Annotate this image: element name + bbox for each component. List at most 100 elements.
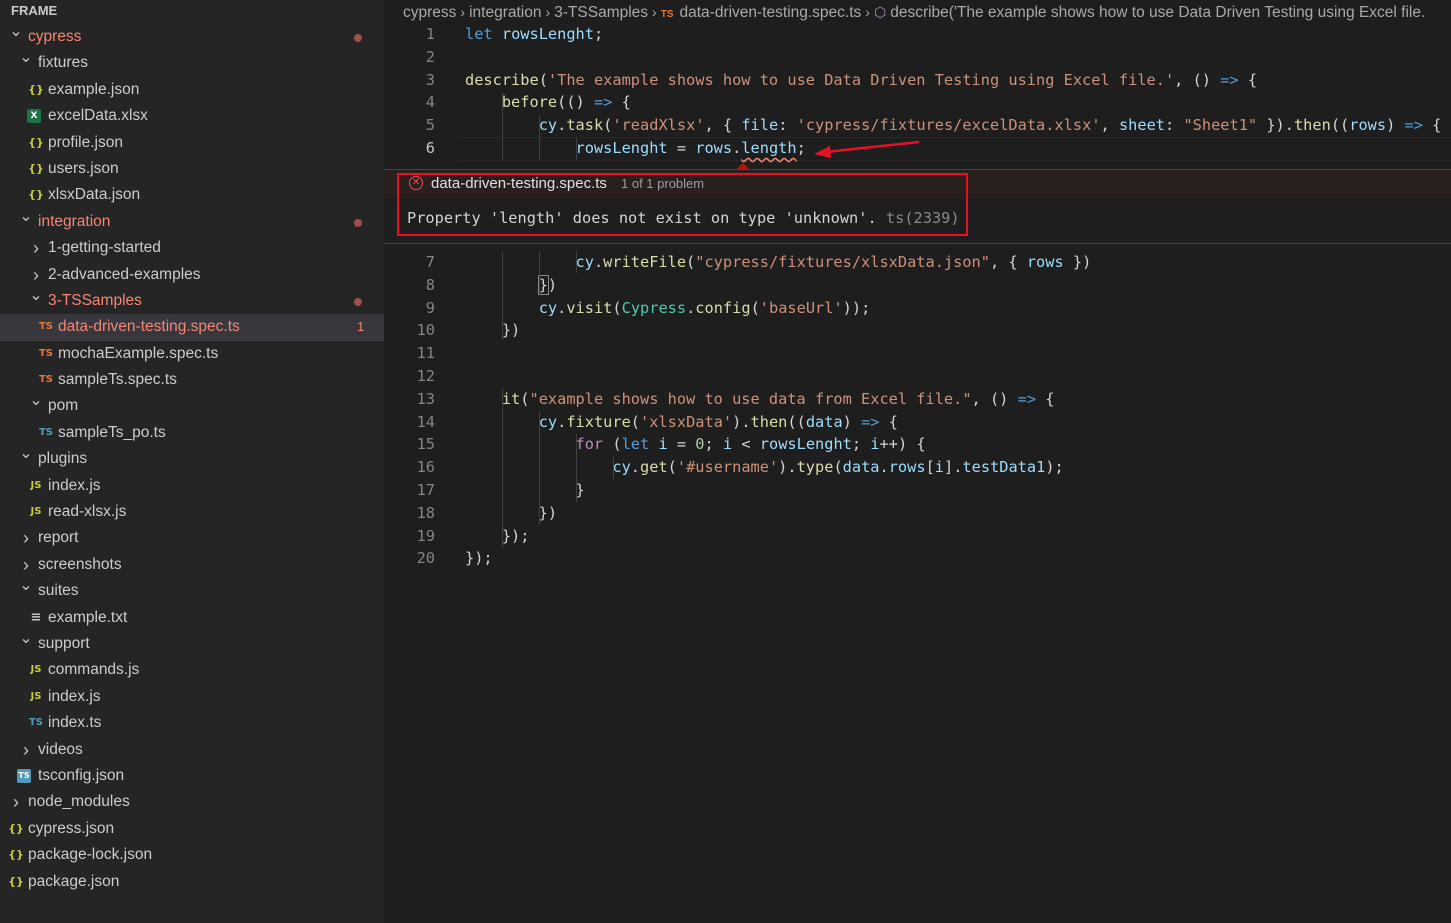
code-line[interactable]: 8 }) [384, 274, 1451, 297]
breadcrumb-file[interactable]: data-driven-testing.spec.ts [680, 4, 862, 21]
code-line[interactable]: 14 cy.fixture('xlsxData').then((data) =>… [384, 411, 1451, 434]
chevron-down-icon[interactable]: ⌄ [29, 283, 43, 309]
code-text[interactable]: rowsLenght = rows.length; [465, 137, 806, 160]
chevron-right-icon: › [652, 4, 657, 20]
file-item[interactable]: XexcelData.xlsx [0, 103, 384, 129]
folder-item[interactable]: › screenshots [0, 552, 384, 578]
file-item[interactable]: TS index.ts [0, 710, 384, 736]
chevron-right-icon[interactable]: › [19, 525, 33, 551]
folder-item[interactable]: › node_modules [0, 789, 384, 815]
code-text[interactable]: describe('The example shows how to use D… [465, 69, 1257, 92]
code-line[interactable]: 2 [384, 46, 1451, 69]
code-text[interactable]: }) [465, 274, 557, 297]
code-line[interactable]: 13 it("example shows how to use data fro… [384, 388, 1451, 411]
code-line[interactable]: 5 cy.task('readXlsx', { file: 'cypress/f… [384, 114, 1451, 137]
file-item[interactable]: TS data-driven-testing.spec.ts 1 [0, 314, 384, 341]
folder-item[interactable]: ⌄ 3-TSSamples [0, 287, 384, 314]
folder-item[interactable]: ⌄ support [0, 630, 384, 657]
file-item[interactable]: JS read-xlsx.js [0, 499, 384, 525]
code-line[interactable]: 10 }) [384, 319, 1451, 342]
breadcrumb-item[interactable]: 3-TSSamples [554, 4, 648, 21]
file-item[interactable]: TS mochaExample.spec.ts [0, 341, 384, 367]
code-line[interactable]: 19 }); [384, 525, 1451, 548]
tree-item-label: commands.js [48, 661, 140, 679]
file-item[interactable]: TS sampleTs_po.ts [0, 420, 384, 446]
file-item[interactable]: JS index.js [0, 684, 384, 710]
file-item[interactable]: JS commands.js [0, 657, 384, 683]
file-item[interactable]: ≡ example.txt [0, 605, 384, 631]
file-item[interactable]: {} profile.json [0, 130, 384, 156]
code-line[interactable]: 12 [384, 365, 1451, 388]
file-item[interactable]: {} users.json [0, 156, 384, 182]
code-line[interactable]: 11 [384, 342, 1451, 365]
file-item[interactable]: {} example.json [0, 77, 384, 103]
line-number: 6 [425, 139, 435, 157]
folder-item[interactable]: ⌄ suites [0, 577, 384, 604]
code-line[interactable]: 9 cy.visit(Cypress.config('baseUrl')); [384, 297, 1451, 320]
code-text[interactable]: cy.fixture('xlsxData').then((data) => { [465, 411, 898, 434]
chevron-down-icon[interactable]: ⌄ [29, 388, 43, 414]
chevron-right-icon[interactable]: › [29, 235, 43, 261]
file-item[interactable]: TS sampleTs.spec.ts [0, 367, 384, 393]
chevron-down-icon[interactable]: ⌄ [19, 441, 33, 467]
chevron-down-icon[interactable]: ⌄ [19, 204, 33, 230]
folder-item[interactable]: ⌄ integration [0, 208, 384, 235]
file-item[interactable]: {} cypress.json [0, 816, 384, 842]
breadcrumb-item[interactable]: cypress [403, 4, 456, 21]
breadcrumb-symbol[interactable]: describe('The example shows how to use D… [890, 4, 1425, 21]
folder-item[interactable]: › videos [0, 737, 384, 763]
line-number: 3 [425, 70, 435, 89]
folder-item[interactable]: › 2-advanced-examples [0, 262, 384, 288]
breadcrumb-item[interactable]: integration [469, 4, 541, 21]
code-line[interactable]: 20}); [384, 547, 1451, 570]
code-line[interactable]: 15 for (let i = 0; i < rowsLenght; i++) … [384, 433, 1451, 456]
code-text[interactable]: let rowsLenght; [465, 23, 603, 46]
code-line[interactable]: 6 rowsLenght = rows.length; [384, 137, 1451, 161]
code-text[interactable]: before(() => { [465, 91, 631, 114]
code-text[interactable]: cy.task('readXlsx', { file: 'cypress/fix… [465, 114, 1442, 137]
tree-item-label: videos [38, 740, 83, 758]
chevron-right-icon[interactable]: › [19, 737, 33, 763]
file-item[interactable]: {} package-lock.json [0, 842, 384, 868]
chevron-down-icon[interactable]: ⌄ [9, 19, 23, 45]
code-line[interactable]: 17 } [384, 479, 1451, 502]
code-text[interactable]: } [465, 479, 585, 502]
code-text[interactable]: for (let i = 0; i < rowsLenght; i++) { [465, 433, 926, 456]
chevron-down-icon[interactable]: ⌄ [19, 573, 33, 599]
annotation-highlight-box [397, 173, 968, 236]
code-line[interactable]: 1 let rowsLenght; [384, 23, 1451, 46]
line-number: 15 [416, 435, 435, 454]
code-line[interactable]: 3 describe('The example shows how to use … [384, 69, 1451, 92]
code-line[interactable]: 7 cy.writeFile("cypress/fixtures/xlsxDat… [384, 251, 1451, 274]
code-text[interactable]: }); [465, 547, 493, 570]
folder-item[interactable]: ⌄ plugins [0, 445, 384, 472]
code-line[interactable]: 4 before(() => { [384, 91, 1451, 114]
code-line[interactable]: 18 }) [384, 502, 1451, 525]
folder-item[interactable]: › report [0, 525, 384, 551]
chevron-right-icon[interactable]: › [9, 789, 23, 815]
code-text[interactable]: }); [465, 525, 530, 548]
file-item[interactable]: {} package.json [0, 869, 384, 895]
code-line[interactable]: 16 cy.get('#username').type(data.rows[i]… [384, 456, 1451, 479]
folder-item[interactable]: ⌄ cypress [0, 23, 384, 50]
file-item[interactable]: JS index.js [0, 473, 384, 499]
code-text[interactable]: }) [465, 319, 520, 342]
line-number: 11 [416, 344, 435, 363]
code-text[interactable]: }) [465, 502, 557, 525]
code-text[interactable]: it("example shows how to use data from E… [465, 388, 1055, 411]
folder-item[interactable]: › 1-getting-started [0, 235, 384, 261]
file-item[interactable]: TS tsconfig.json [0, 763, 384, 789]
code-text[interactable]: cy.writeFile("cypress/fixtures/xlsxData.… [465, 251, 1092, 274]
typescript-file-icon: TS [38, 426, 54, 438]
file-item[interactable]: {} xlsxData.json [0, 182, 384, 208]
folder-item[interactable]: ⌄ fixtures [0, 49, 384, 76]
tree-item-label: support [38, 634, 90, 652]
indent-guide [539, 115, 540, 160]
chevron-down-icon[interactable]: ⌄ [19, 626, 33, 652]
explorer-header[interactable]: FRAME [0, 0, 384, 24]
folder-item[interactable]: ⌄ pom [0, 392, 384, 419]
chevron-down-icon[interactable]: ⌄ [19, 45, 33, 71]
code-text[interactable]: cy.get('#username').type(data.rows[i].te… [465, 456, 1063, 479]
code-editor[interactable]: cypress › integration › 3-TSSamples › TS data-d… [384, 0, 1451, 923]
code-text[interactable]: cy.visit(Cypress.config('baseUrl')); [465, 297, 871, 320]
